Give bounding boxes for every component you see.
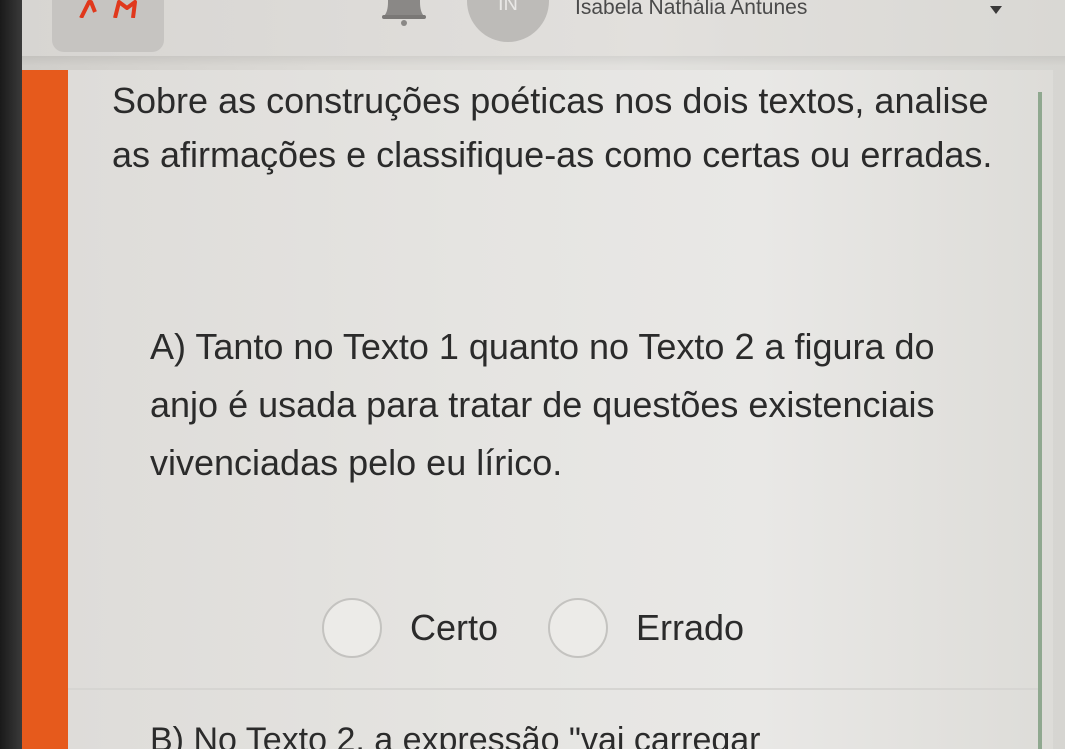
notification-bell-icon[interactable] (376, 0, 432, 26)
statement-divider (68, 688, 1038, 690)
option-certo-label: Certo (410, 607, 499, 648)
statement-b-text: B) No Texto 2, a expressão "vai carregar (150, 721, 761, 749)
radio-certo[interactable] (322, 598, 382, 658)
avatar-initials: IN (498, 0, 518, 15)
option-errado[interactable]: Errado (548, 596, 744, 660)
top-bar-shadow (22, 56, 1065, 66)
card-side-line (1038, 92, 1042, 749)
chevron-down-icon[interactable] (990, 6, 1002, 14)
option-errado-label: Errado (636, 607, 745, 648)
logo-mark-icon (113, 0, 137, 18)
screen-bezel (0, 0, 22, 749)
question-accent-bar (22, 70, 68, 749)
user-name[interactable]: Isabela Nathália Antunes (575, 0, 807, 20)
radio-errado[interactable] (548, 598, 608, 658)
logo-mark-icon (79, 0, 97, 18)
statement-a-text: A) Tanto no Texto 1 quanto no Texto 2 a … (150, 326, 935, 483)
logo-button[interactable] (52, 0, 164, 52)
question-prompt: Sobre as construções poéticas nos dois t… (112, 80, 993, 175)
option-certo[interactable]: Certo (322, 596, 498, 660)
